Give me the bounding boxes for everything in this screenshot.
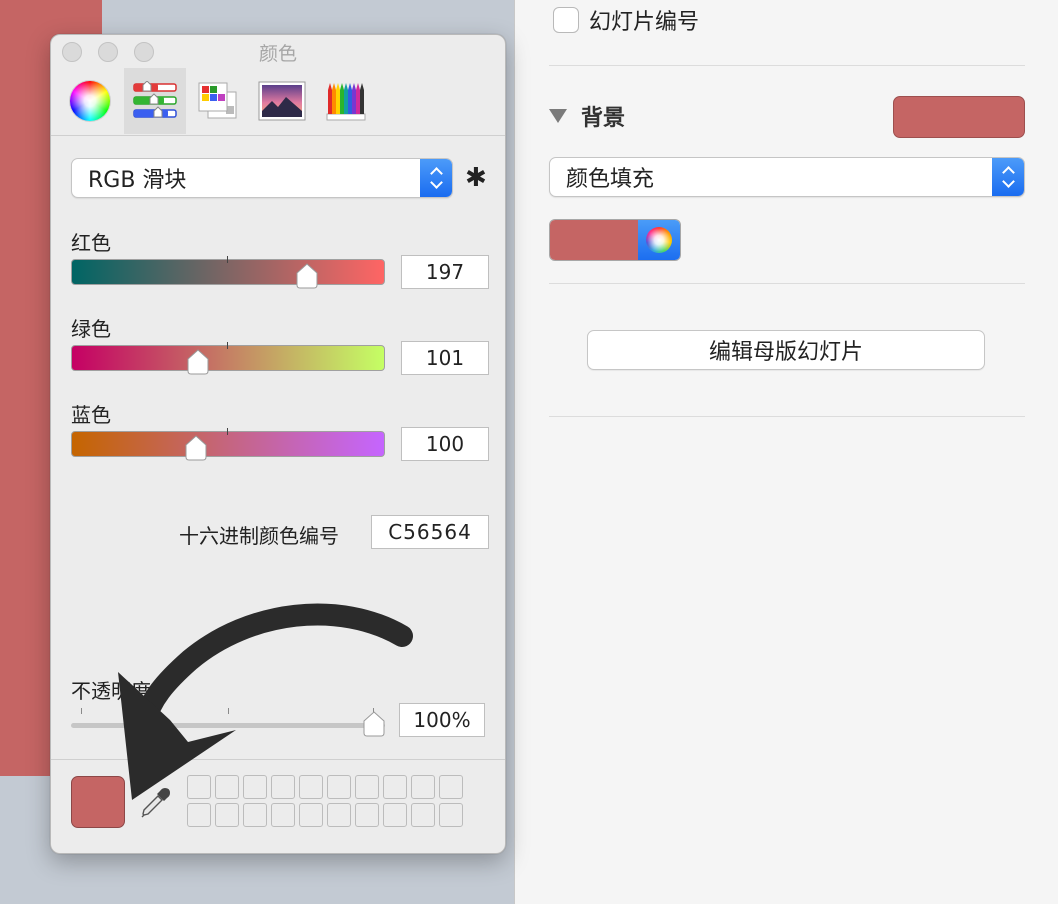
fill-color-well[interactable] bbox=[549, 219, 681, 261]
saved-swatch-slot[interactable] bbox=[383, 803, 407, 827]
tab-pencils[interactable] bbox=[315, 68, 377, 134]
saved-swatch-slot[interactable] bbox=[215, 803, 239, 827]
red-slider-thumb[interactable] bbox=[295, 263, 319, 289]
green-value-field[interactable]: 101 bbox=[401, 341, 489, 375]
disclosure-triangle-icon[interactable] bbox=[549, 109, 567, 123]
green-label: 绿色 bbox=[71, 317, 111, 341]
eyedropper-icon[interactable] bbox=[139, 785, 173, 819]
saved-swatch-slot[interactable] bbox=[271, 803, 295, 827]
saved-swatch-slot[interactable] bbox=[411, 775, 435, 799]
fill-color-swatch[interactable] bbox=[550, 220, 638, 260]
image-palette-icon bbox=[258, 81, 306, 121]
tab-color-sliders[interactable] bbox=[124, 68, 186, 134]
opacity-slider[interactable] bbox=[71, 723, 385, 728]
tab-color-wheel[interactable] bbox=[59, 68, 121, 134]
color-wheel-icon bbox=[646, 227, 672, 253]
gear-icon[interactable]: ✱ bbox=[465, 164, 487, 192]
format-inspector: 幻灯片编号 背景 颜色填充 编辑母版幻灯片 bbox=[514, 0, 1058, 904]
saved-swatch-slot[interactable] bbox=[327, 775, 351, 799]
saved-swatch-slot[interactable] bbox=[355, 775, 379, 799]
opacity-tick bbox=[81, 708, 82, 714]
slide-number-label: 幻灯片编号 bbox=[589, 10, 700, 35]
slide-number-option[interactable]: 幻灯片编号 bbox=[553, 6, 700, 35]
saved-swatch-slot[interactable] bbox=[271, 775, 295, 799]
saved-swatch-slot[interactable] bbox=[215, 775, 239, 799]
toolbar-divider bbox=[51, 135, 505, 136]
tab-image-palettes[interactable] bbox=[251, 68, 313, 134]
background-section-title: 背景 bbox=[581, 106, 626, 131]
saved-swatch-slot[interactable] bbox=[439, 775, 463, 799]
tab-color-palettes[interactable] bbox=[187, 68, 249, 134]
saved-swatches-grid bbox=[187, 775, 463, 827]
saved-swatch-slot[interactable] bbox=[327, 803, 351, 827]
fill-type-value: 颜色填充 bbox=[566, 167, 655, 192]
blue-slider-midtick bbox=[227, 428, 228, 435]
saved-swatch-slot[interactable] bbox=[187, 803, 211, 827]
panel-title: 颜色 bbox=[258, 43, 297, 65]
green-slider-thumb[interactable] bbox=[186, 349, 210, 375]
show-colors-button[interactable] bbox=[638, 220, 680, 260]
green-slider-midtick bbox=[227, 342, 228, 349]
slider-mode-value: RGB 滑块 bbox=[88, 168, 187, 193]
color-wheel-icon bbox=[70, 81, 110, 121]
colors-panel: 颜色 RGB 滑块 ✱ 红色 197 绿色 101 蓝色 100 十六进制颜色编… bbox=[50, 34, 506, 854]
saved-swatch-slot[interactable] bbox=[187, 775, 211, 799]
saved-swatch-slot[interactable] bbox=[383, 775, 407, 799]
blue-label: 蓝色 bbox=[71, 403, 111, 427]
divider bbox=[549, 416, 1025, 417]
divider bbox=[549, 283, 1025, 284]
green-slider[interactable] bbox=[71, 345, 385, 371]
edit-master-slide-button[interactable]: 编辑母版幻灯片 bbox=[587, 330, 985, 370]
saved-swatch-slot[interactable] bbox=[411, 803, 435, 827]
saved-swatch-slot[interactable] bbox=[299, 775, 323, 799]
red-slider[interactable] bbox=[71, 259, 385, 285]
blue-value-field[interactable]: 100 bbox=[401, 427, 489, 461]
bottom-divider bbox=[51, 759, 505, 760]
hex-label: 十六进制颜色编号 bbox=[179, 524, 339, 548]
red-value-field[interactable]: 197 bbox=[401, 255, 489, 289]
saved-swatch-slot[interactable] bbox=[243, 775, 267, 799]
slide-number-checkbox[interactable] bbox=[553, 7, 579, 33]
sliders-icon bbox=[133, 81, 177, 118]
saved-swatch-slot[interactable] bbox=[355, 803, 379, 827]
pencils-icon bbox=[326, 83, 366, 121]
current-color-swatch[interactable] bbox=[71, 776, 125, 828]
red-label: 红色 bbox=[71, 231, 111, 255]
saved-swatch-slot[interactable] bbox=[243, 803, 267, 827]
opacity-tick bbox=[228, 708, 229, 714]
popup-chevron-icon bbox=[992, 158, 1024, 196]
divider bbox=[549, 65, 1025, 66]
blue-slider[interactable] bbox=[71, 431, 385, 457]
saved-swatch-slot[interactable] bbox=[299, 803, 323, 827]
opacity-slider-thumb[interactable] bbox=[362, 711, 386, 737]
opacity-value-field[interactable]: 100% bbox=[399, 703, 485, 737]
palettes-icon bbox=[198, 82, 237, 119]
opacity-label: 不透明度 bbox=[71, 679, 151, 703]
background-color-well[interactable] bbox=[893, 96, 1025, 138]
fill-type-popup[interactable]: 颜色填充 bbox=[549, 157, 1025, 197]
blue-slider-thumb[interactable] bbox=[184, 435, 208, 461]
popup-chevron-icon bbox=[420, 159, 452, 197]
slider-mode-popup[interactable]: RGB 滑块 bbox=[71, 158, 453, 198]
background-section-header[interactable]: 背景 bbox=[549, 100, 625, 132]
hex-value-field[interactable]: C56564 bbox=[371, 515, 489, 549]
red-slider-midtick bbox=[227, 256, 228, 263]
saved-swatch-slot[interactable] bbox=[439, 803, 463, 827]
